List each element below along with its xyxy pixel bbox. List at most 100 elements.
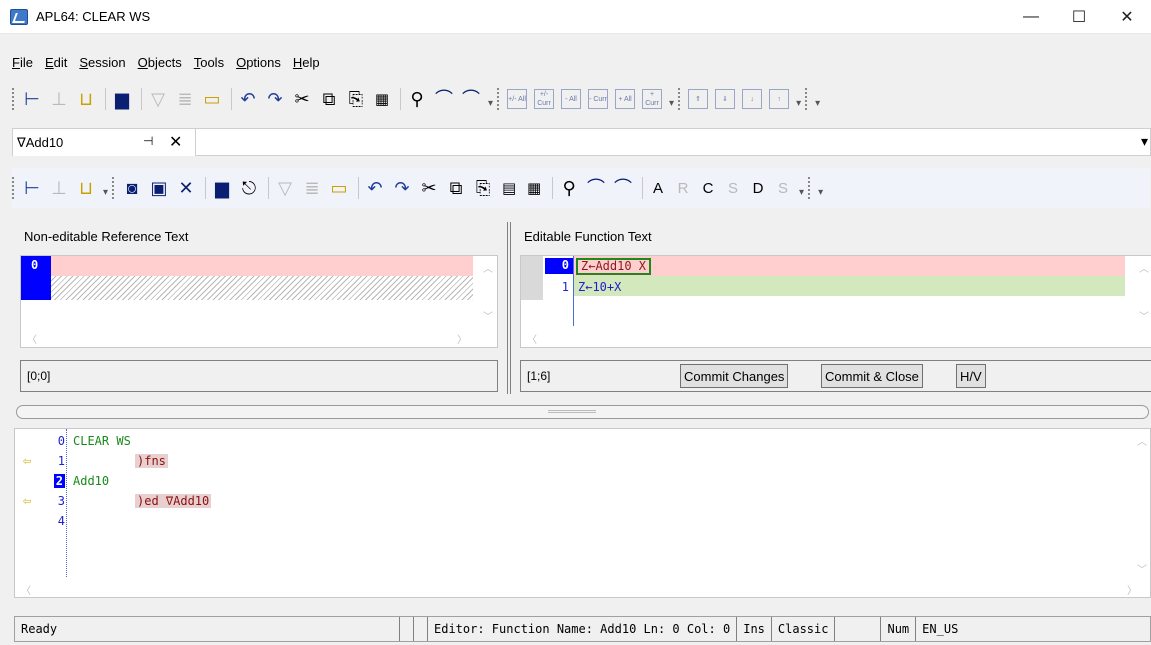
go-up-icon[interactable]: ↑ (769, 89, 790, 109)
redo-icon[interactable]: ↷ (263, 87, 287, 111)
edit-line-1-row[interactable] (574, 276, 1125, 296)
toolbar-grip[interactable] (805, 88, 809, 110)
save-as-icon[interactable]: ▣ (147, 176, 171, 200)
scroll-left-icon[interactable]: 〈 (527, 331, 537, 346)
pane-splitter-vertical[interactable] (507, 222, 511, 394)
scroll-down-icon[interactable]: ﹀ (483, 308, 493, 323)
edit-vertical-scrollbar[interactable]: ︿ ﹀ (1135, 256, 1151, 328)
scroll-up-icon[interactable]: ︿ (1139, 260, 1149, 275)
toolbar-grip[interactable] (112, 177, 116, 199)
overflow-chevron-icon[interactable]: ▾ (796, 98, 801, 109)
circle-d-icon[interactable]: D (747, 176, 769, 200)
splitter-grip-icon[interactable] (548, 410, 596, 413)
overflow-chevron-icon[interactable]: ▾ (488, 98, 493, 109)
reference-vertical-scrollbar[interactable]: ︿ ﹀ (479, 256, 496, 328)
minimize-button[interactable]: — (1007, 0, 1055, 34)
pin-icon[interactable]: ⊣ (143, 134, 153, 148)
session-line-3[interactable]: ⇦ 3 )ed ∇Add10 (19, 493, 212, 509)
copy-icon[interactable]: ⧉ (444, 176, 468, 200)
overflow-chevron-icon[interactable]: ▾ (815, 98, 820, 109)
overflow-chevron-icon[interactable]: ▾ (799, 187, 804, 198)
scroll-right-icon[interactable]: 〉 (457, 331, 467, 346)
go-top-icon[interactable]: ⇑ (688, 89, 709, 109)
menu-options[interactable]: Options (236, 55, 281, 70)
open-folder-icon[interactable]: ▭ (327, 176, 351, 200)
filter-icon[interactable]: ▽ (146, 87, 170, 111)
toolbar-grip[interactable] (12, 88, 16, 110)
overflow-chevron-icon[interactable]: ▾ (669, 98, 674, 109)
collapse-current-icon[interactable]: - Curr (588, 89, 609, 109)
find-icon[interactable]: ⚲ (405, 87, 429, 111)
open-all-icon[interactable]: + All (615, 89, 636, 109)
find-next-icon[interactable]: ⌒ (584, 176, 608, 200)
save-icon[interactable]: ◙ (120, 176, 144, 200)
scroll-left-icon[interactable]: 〈 (21, 582, 31, 597)
edit-line-1-text[interactable]: Z←10+X (578, 280, 621, 294)
collapse-all-icon[interactable]: - All (561, 89, 582, 109)
expand-current-icon[interactable]: +/- Curr (534, 89, 555, 109)
undo-icon[interactable]: ↶ (363, 176, 387, 200)
tab-menu-icon[interactable]: ▾ (1141, 133, 1148, 150)
dock-bottom-icon[interactable]: ⊥ (47, 87, 71, 111)
session-line-2[interactable]: 2 Add10 (19, 473, 109, 489)
expand-all-icon[interactable]: +/- All (507, 89, 528, 109)
list-icon[interactable]: ≣ (300, 176, 324, 200)
go-bottom-icon[interactable]: ⇓ (715, 89, 736, 109)
tab-close-icon[interactable]: ✕ (169, 132, 182, 152)
menu-help[interactable]: Help (293, 55, 320, 70)
session-horizontal-scrollbar[interactable]: 〈 〉 (15, 579, 1150, 597)
export-icon[interactable]: ⎋ (237, 176, 261, 200)
scroll-down-icon[interactable]: ﹀ (1139, 308, 1149, 323)
undo-icon[interactable]: ↶ (236, 87, 260, 111)
paste-icon[interactable]: ⎘ (344, 87, 368, 111)
find-next-icon[interactable]: ⌒ (432, 87, 456, 111)
menu-objects[interactable]: Objects (138, 55, 182, 70)
circle-s-icon[interactable]: S (722, 176, 744, 200)
session-line-4[interactable]: 4 (19, 513, 65, 529)
toolbar-grip[interactable] (678, 88, 682, 110)
sort-icon[interactable]: ▤ (498, 176, 520, 200)
alpha-icon[interactable]: A (647, 176, 669, 200)
list-icon[interactable]: ≣ (173, 87, 197, 111)
toolbar-grip[interactable] (497, 88, 501, 110)
paste-icon[interactable]: ⎘ (471, 176, 495, 200)
toolbar-grip[interactable] (808, 177, 812, 199)
scroll-down-icon[interactable]: ﹀ (1137, 561, 1147, 576)
select-all-icon[interactable]: ▦ (523, 176, 545, 200)
menu-session[interactable]: Session (79, 55, 125, 70)
status-insert-mode[interactable]: Ins (736, 617, 771, 641)
status-keyboard[interactable]: Classic (770, 617, 835, 641)
edit-horizontal-scrollbar[interactable]: 〈 (521, 328, 1151, 347)
menu-file[interactable]: File (12, 55, 33, 70)
menu-tools[interactable]: Tools (194, 55, 224, 70)
delete-icon[interactable]: ✕ (174, 176, 198, 200)
toolbar-grip[interactable] (12, 177, 16, 199)
tab-add10[interactable]: ∇Add10 ⊣ ✕ (13, 129, 196, 156)
find-prev-icon[interactable]: ⌒ (459, 87, 483, 111)
session-line-1[interactable]: ⇦ 1 )fns (19, 453, 168, 469)
scroll-up-icon[interactable]: ︿ (1137, 433, 1147, 448)
cut-icon[interactable]: ✂ (417, 176, 441, 200)
select-all-icon[interactable]: ▦ (371, 87, 393, 111)
commit-changes-button[interactable]: Commit Changes (680, 364, 789, 388)
cut-icon[interactable]: ✂ (290, 87, 314, 111)
close-button[interactable]: ✕ (1103, 0, 1151, 34)
open-current-icon[interactable]: + Curr (642, 89, 663, 109)
overflow-chevron-icon[interactable]: ▾ (818, 187, 823, 198)
dock-float-icon[interactable]: ⊔ (74, 176, 98, 200)
dock-float-icon[interactable]: ⊔ (74, 87, 98, 111)
scroll-up-icon[interactable]: ︿ (483, 260, 493, 275)
scroll-right-icon[interactable]: 〉 (1127, 582, 1137, 597)
menu-edit[interactable]: Edit (45, 55, 67, 70)
session-vertical-scrollbar[interactable]: ︿ ﹀ (1133, 429, 1150, 579)
find-prev-icon[interactable]: ⌒ (611, 176, 635, 200)
maximize-button[interactable]: ☐ (1055, 0, 1103, 34)
circle-s2-icon[interactable]: S (772, 176, 794, 200)
find-icon[interactable]: ⚲ (557, 176, 581, 200)
commit-and-close-button[interactable]: Commit & Close (821, 364, 923, 388)
filter-icon[interactable]: ▽ (273, 176, 297, 200)
reference-horizontal-scrollbar[interactable]: 〈 〉 (21, 328, 497, 347)
open-folder-icon[interactable]: ▭ (200, 87, 224, 111)
dock-left-icon[interactable]: ⊢ (20, 87, 44, 111)
circle-c-icon[interactable]: C (697, 176, 719, 200)
